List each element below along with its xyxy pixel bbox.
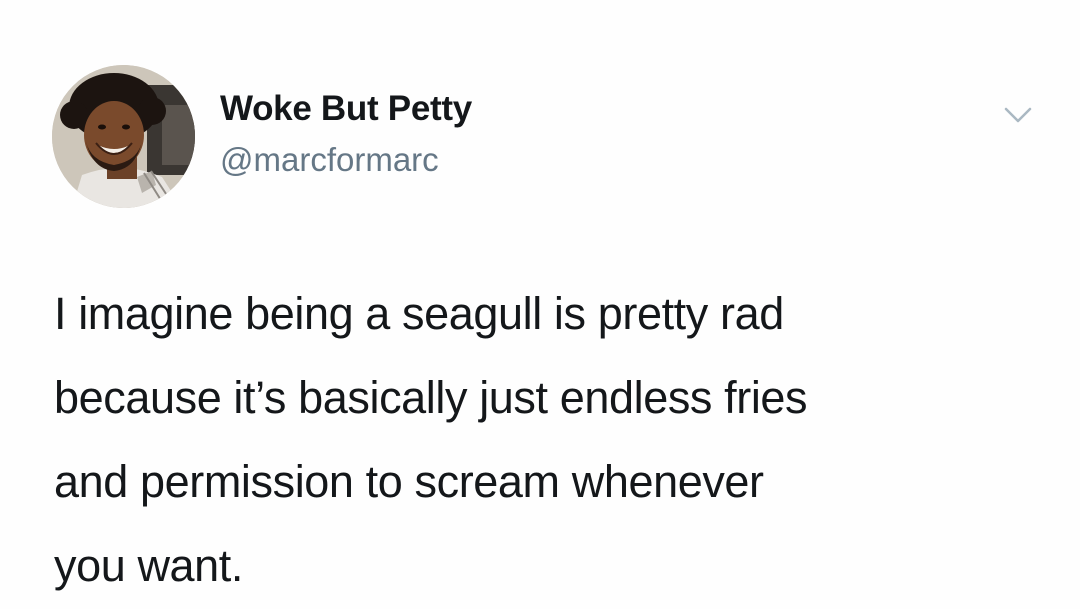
avatar[interactable] <box>52 65 195 208</box>
author-handle[interactable]: @marcformarc <box>220 140 439 180</box>
tweet-text: I imagine being a seagull is pretty rad … <box>54 272 1054 608</box>
author-display-name[interactable]: Woke But Petty <box>220 88 472 130</box>
tweet-text-line: and permission to scream whenever <box>54 456 764 507</box>
tweet-text-line: you want. <box>54 540 244 591</box>
tweet-text-line: because it’s basically just endless frie… <box>54 372 808 423</box>
tweet-card: Woke But Petty @marcformarc I imagine be… <box>0 0 1080 609</box>
chevron-down-icon[interactable] <box>1000 100 1036 130</box>
tweet-text-line: I imagine being a seagull is pretty rad <box>54 288 784 339</box>
